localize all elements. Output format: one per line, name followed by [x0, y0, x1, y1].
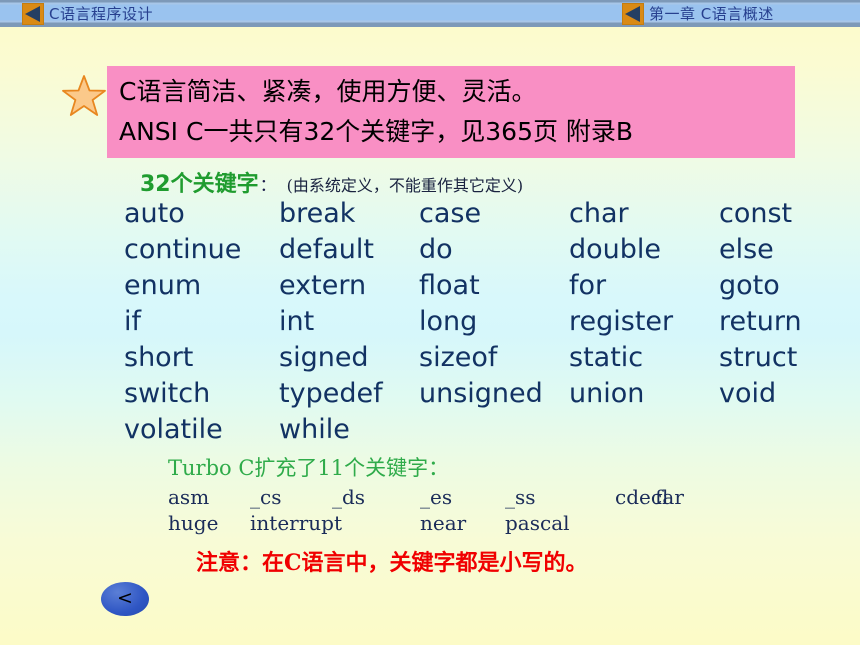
keywords-heading: 32个关键字 ： (由系统定义，不能重作其它定义) [140, 166, 523, 198]
turbo-keyword-row: asm _cs _ds _es _ss cdecl far [168, 485, 768, 511]
keyword-row: auto break case char const [124, 198, 840, 234]
keyword-item: long [419, 306, 478, 337]
keyword-item: return [719, 306, 802, 337]
turbo-keyword-item: _ds [332, 485, 366, 509]
turbo-keyword-item: cdecl [615, 485, 669, 509]
keyword-row: continue default do double else [124, 234, 840, 270]
keyword-item: for [569, 270, 607, 301]
keyword-item: continue [124, 234, 242, 265]
keyword-item: goto [719, 270, 780, 301]
turbo-keyword-item: huge [168, 511, 219, 535]
turbo-keyword-item: far [655, 485, 684, 509]
keyword-row: volatile while [124, 414, 840, 450]
keyword-item: struct [719, 342, 798, 373]
keyword-grid: auto break case char const continue defa… [124, 198, 840, 450]
keyword-item: sizeof [419, 342, 498, 373]
course-title: C语言程序设计 [49, 5, 153, 23]
keyword-row: if int long register return [124, 306, 840, 342]
keywords-heading-title: 32个关键字 [140, 172, 259, 197]
turbo-keyword-item: pascal [505, 511, 570, 535]
turbo-c-heading: Turbo C扩充了11个关键字： [168, 456, 450, 480]
keyword-item: default [279, 234, 375, 265]
keyword-item: char [569, 198, 629, 229]
media-triangle-icon [22, 2, 44, 25]
back-button[interactable]: < [101, 582, 149, 616]
keyword-item: short [124, 342, 194, 373]
keyword-item: double [569, 234, 662, 265]
keyword-item: register [569, 306, 674, 337]
keyword-item: union [569, 378, 645, 409]
important-note: 注意：在C语言中，关键字都是小写的。 [196, 550, 588, 576]
media-triangle-icon [622, 2, 644, 25]
keyword-item: extern [279, 270, 367, 301]
header-right-group: 第一章 C语言概述 [622, 0, 774, 27]
keyword-item: int [279, 306, 315, 337]
turbo-keyword-item: interrupt [250, 511, 342, 535]
keyword-item: volatile [124, 414, 223, 445]
chevron-left-icon: < [117, 586, 133, 609]
callout-line-2: ANSI C一共只有32个关键字，见365页 附录B [119, 117, 634, 146]
chapter-title: 第一章 C语言概述 [649, 5, 774, 23]
keyword-item: float [419, 270, 480, 301]
turbo-keyword-row: huge interrupt near pascal [168, 511, 768, 537]
keyword-item: switch [124, 378, 211, 409]
header-left-group: C语言程序设计 [22, 0, 153, 27]
keyword-item: static [569, 342, 644, 373]
keyword-row: enum extern float for goto [124, 270, 840, 306]
highlight-callout-box: C语言简洁、紧凑，使用方便、灵活。 ANSI C一共只有32个关键字，见365页… [107, 66, 795, 158]
keyword-item: auto [124, 198, 185, 229]
keyword-item: void [719, 378, 777, 409]
keyword-item: enum [124, 270, 202, 301]
keyword-item: const [719, 198, 793, 229]
keywords-heading-colon: ： [259, 176, 277, 196]
keyword-item: do [419, 234, 453, 265]
keyword-item: case [419, 198, 482, 229]
star-icon [62, 75, 106, 116]
keyword-item: else [719, 234, 774, 265]
keyword-item: signed [279, 342, 369, 373]
callout-line-1: C语言简洁、紧凑，使用方便、灵活。 [119, 77, 537, 106]
turbo-keyword-item: asm [168, 485, 210, 509]
slide-header-bar: C语言程序设计 第一章 C语言概述 [0, 0, 860, 27]
keywords-heading-note: (由系统定义，不能重作其它定义) [286, 176, 524, 195]
turbo-keyword-item: _ss [505, 485, 536, 509]
turbo-keyword-item: near [420, 511, 467, 535]
turbo-c-keyword-grid: asm _cs _ds _es _ss cdecl far huge inter… [168, 485, 768, 537]
turbo-keyword-item: _cs [250, 485, 282, 509]
keyword-item: if [124, 306, 142, 337]
keyword-item: break [279, 198, 356, 229]
turbo-keyword-item: _es [420, 485, 453, 509]
keyword-row: short signed sizeof static struct [124, 342, 840, 378]
keyword-item: typedef [279, 378, 383, 409]
slide-canvas: C语言程序设计 第一章 C语言概述 C语言简洁、紧凑，使用方便、灵活。 ANSI… [0, 0, 860, 645]
keyword-item: unsigned [419, 378, 543, 409]
keyword-item: while [279, 414, 350, 445]
keyword-row: switch typedef unsigned union void [124, 378, 840, 414]
